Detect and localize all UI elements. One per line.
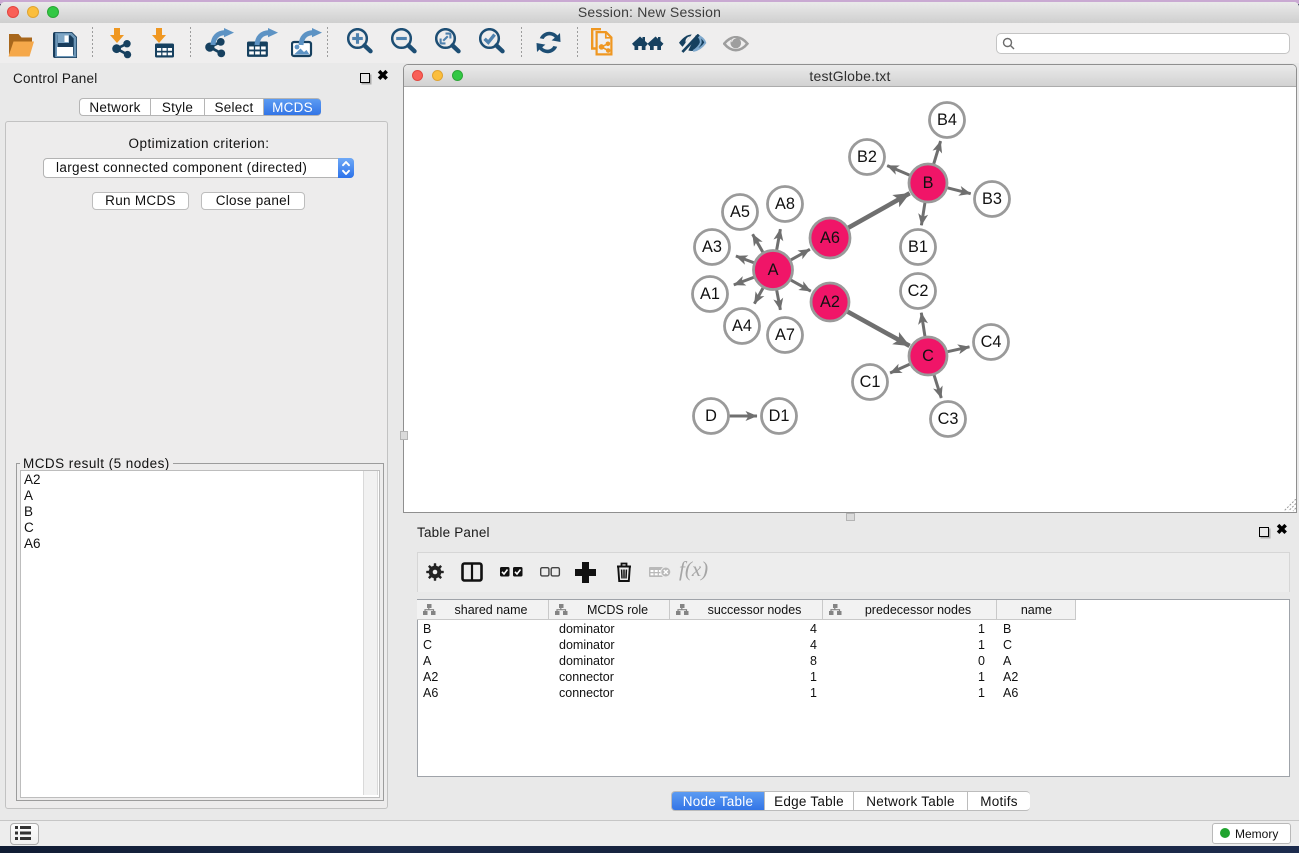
svg-text:D: D — [705, 407, 717, 425]
svg-text:A3: A3 — [702, 238, 722, 256]
svg-text:D1: D1 — [769, 407, 790, 425]
svg-text:A7: A7 — [775, 326, 795, 344]
svg-text:C2: C2 — [908, 282, 929, 300]
svg-text:A: A — [768, 261, 779, 279]
svg-text:A2: A2 — [820, 293, 840, 311]
svg-text:B2: B2 — [857, 148, 877, 166]
svg-text:B: B — [923, 174, 934, 192]
svg-text:A6: A6 — [820, 229, 840, 247]
svg-text:B3: B3 — [982, 190, 1002, 208]
svg-text:C: C — [922, 347, 934, 365]
svg-text:C4: C4 — [981, 333, 1002, 351]
svg-text:A4: A4 — [732, 317, 752, 335]
svg-text:A1: A1 — [700, 285, 720, 303]
svg-text:B1: B1 — [908, 238, 928, 256]
svg-text:B4: B4 — [937, 111, 957, 129]
svg-text:C3: C3 — [938, 410, 959, 428]
svg-text:A5: A5 — [730, 203, 750, 221]
svg-text:A8: A8 — [775, 195, 795, 213]
svg-text:C1: C1 — [860, 373, 881, 391]
